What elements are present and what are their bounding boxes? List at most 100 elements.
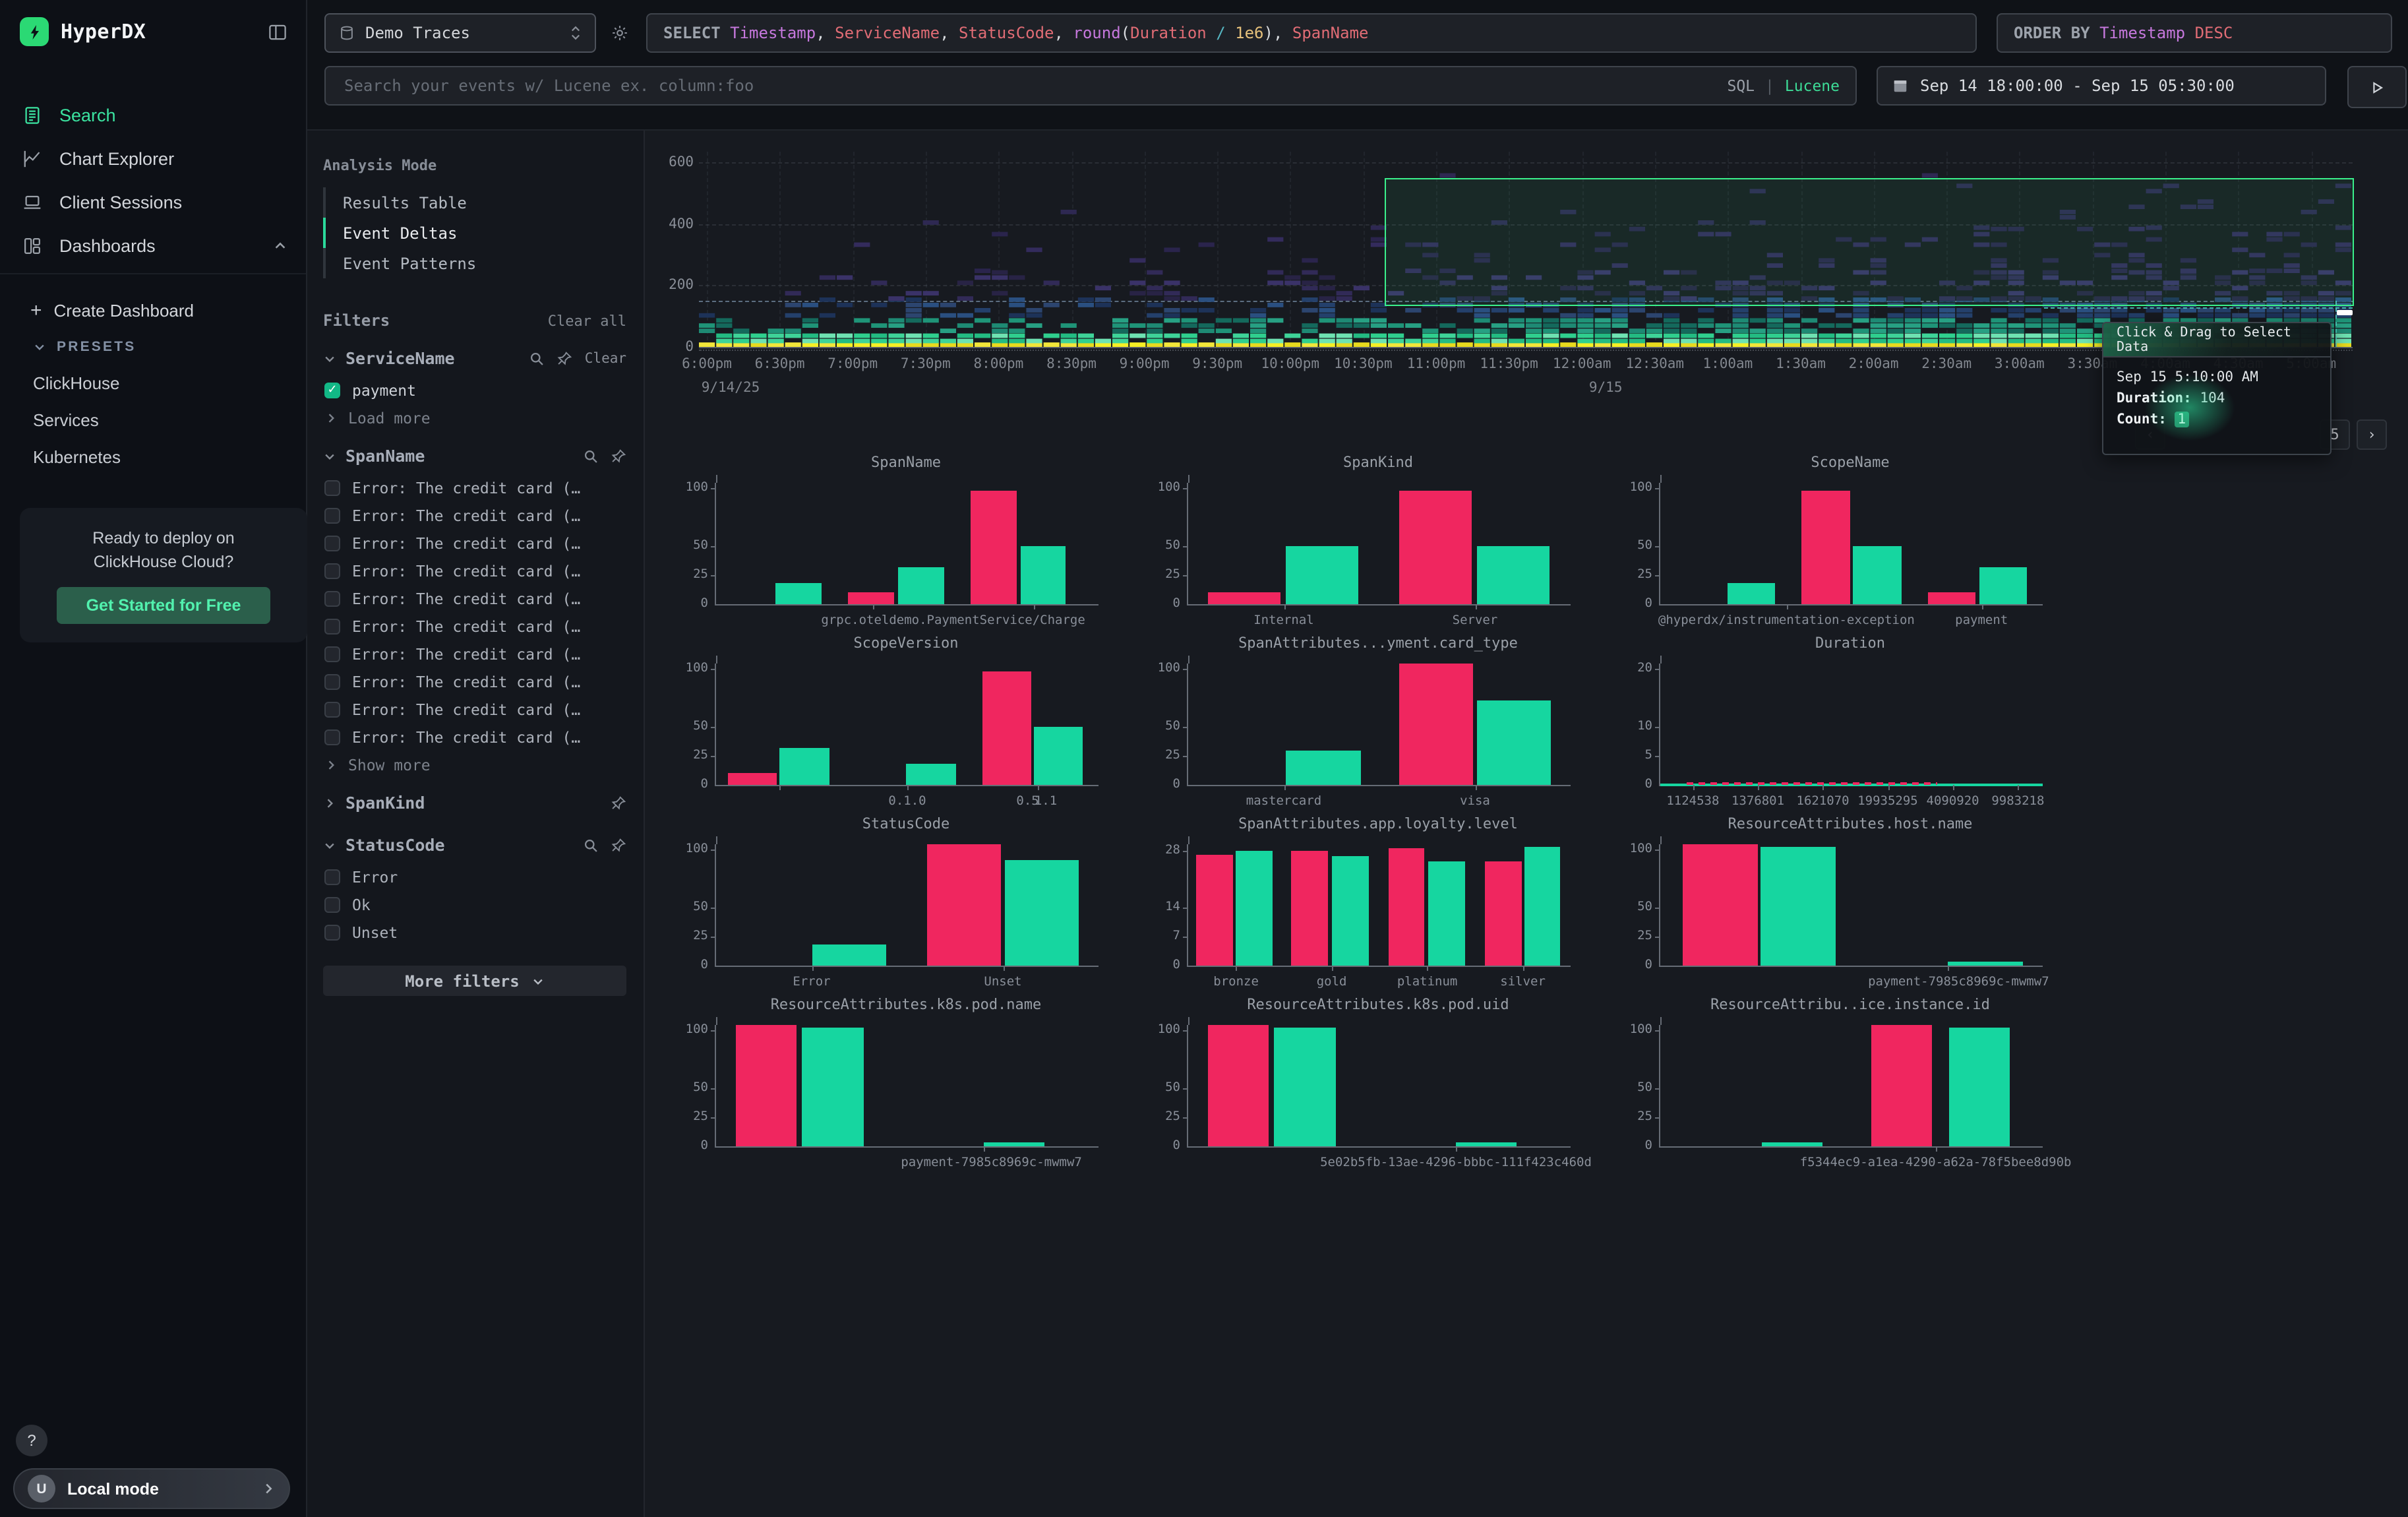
checkbox-unchecked[interactable] <box>324 646 340 662</box>
filter-option[interactable]: Ok <box>324 890 644 918</box>
filter-option[interactable]: Error: The credit card (… <box>324 584 644 612</box>
bar-red[interactable] <box>1485 861 1522 966</box>
pin-icon[interactable] <box>611 837 626 853</box>
bar-green[interactable] <box>1236 850 1273 966</box>
heatmap-hovered-cell[interactable] <box>2337 310 2353 315</box>
checkbox-unchecked[interactable] <box>324 563 340 578</box>
bar-red[interactable] <box>1399 491 1471 604</box>
chevron-right-icon[interactable] <box>323 796 336 809</box>
create-dashboard-button[interactable]: + Create Dashboard <box>0 290 306 330</box>
bar-red[interactable] <box>1399 664 1473 785</box>
preset-item-clickhouse[interactable]: ClickHouse <box>0 364 306 401</box>
bar-red[interactable] <box>971 491 1017 604</box>
local-mode-button[interactable]: U Local mode <box>13 1468 290 1509</box>
bar-green[interactable] <box>1428 861 1465 966</box>
filter-option[interactable]: Error: The credit card (… <box>324 474 644 501</box>
bar-green[interactable] <box>1979 567 2028 604</box>
bar-green[interactable] <box>1949 1028 2010 1146</box>
search-icon[interactable] <box>583 448 599 464</box>
sql-mode-toggle[interactable]: SQL <box>1727 77 1755 95</box>
bar-green[interactable] <box>1033 727 1083 785</box>
filter-option[interactable]: ✓payment <box>324 376 644 404</box>
checkbox-unchecked[interactable] <box>324 507 340 523</box>
search-input[interactable] <box>342 75 1727 96</box>
bar-red[interactable] <box>1683 844 1758 966</box>
nav-item-chart-explorer[interactable]: Chart Explorer <box>0 137 306 181</box>
bar-green[interactable] <box>906 764 955 785</box>
more-filters-button[interactable]: More filters <box>323 966 626 996</box>
bar-red[interactable] <box>1292 850 1329 966</box>
bar-green[interactable] <box>1477 701 1551 785</box>
bar-red[interactable] <box>848 592 894 604</box>
order-by-input[interactable]: ORDER BY Timestamp DESC <box>1997 13 2392 53</box>
bar-green[interactable] <box>1275 1028 1336 1146</box>
date-range-picker[interactable]: Sep 14 18:00:00 - Sep 15 05:30:00 <box>1877 66 2326 106</box>
bar-green[interactable] <box>1286 750 1360 785</box>
pin-icon[interactable] <box>611 448 626 464</box>
bar-red[interactable] <box>727 773 777 785</box>
bar-green[interactable] <box>1853 546 1902 604</box>
bar-green[interactable] <box>1477 546 1550 604</box>
checkbox-unchecked[interactable] <box>324 673 340 689</box>
bar-red[interactable] <box>1928 592 1976 604</box>
search-icon[interactable] <box>529 350 545 366</box>
bar-red[interactable] <box>735 1025 797 1146</box>
bar-green[interactable] <box>775 583 822 604</box>
bar-green[interactable] <box>779 747 829 785</box>
bar-red[interactable] <box>1388 848 1425 966</box>
filter-option[interactable]: Error: The credit card (… <box>324 501 644 529</box>
bar-green[interactable] <box>802 1028 864 1146</box>
filter-option[interactable]: Unset <box>324 918 644 946</box>
chevron-down-icon[interactable] <box>323 449 336 462</box>
filter-clear-button[interactable]: Clear <box>585 350 626 366</box>
next-page-button[interactable]: › <box>2357 419 2387 450</box>
get-started-button[interactable]: Get Started for Free <box>57 587 270 624</box>
bar-green[interactable] <box>1286 546 1358 604</box>
select-query-input[interactable]: SELECT Timestamp, ServiceName, StatusCod… <box>646 13 1977 53</box>
checkbox-unchecked[interactable] <box>324 701 340 717</box>
bar-green[interactable] <box>1728 583 1776 604</box>
bar-red[interactable] <box>982 671 1031 785</box>
checkbox-unchecked[interactable] <box>324 590 340 606</box>
filter-option[interactable]: Error: The credit card (… <box>324 557 644 584</box>
chevron-down-icon[interactable] <box>323 838 336 851</box>
bar-green[interactable] <box>1524 846 1561 966</box>
help-button[interactable]: ? <box>16 1425 47 1456</box>
preset-item-kubernetes[interactable]: Kubernetes <box>0 438 306 475</box>
bar-green[interactable] <box>984 1143 1045 1146</box>
search-icon[interactable] <box>583 837 599 853</box>
checkbox-unchecked[interactable] <box>324 535 340 551</box>
filter-option[interactable]: Error: The credit card (… <box>324 695 644 723</box>
filter-option[interactable]: Error <box>324 863 644 890</box>
checkbox-unchecked[interactable] <box>324 896 340 912</box>
checkbox-unchecked[interactable] <box>324 618 340 634</box>
source-select[interactable]: Demo Traces <box>324 13 596 53</box>
clear-all-button[interactable]: Clear all <box>548 312 626 329</box>
checkbox-checked[interactable]: ✓ <box>324 382 340 398</box>
bar-red[interactable] <box>1207 592 1280 604</box>
filter-option[interactable]: Error: The credit card (… <box>324 612 644 640</box>
bar-green[interactable] <box>1332 857 1369 966</box>
filter-option[interactable]: Error: The credit card (… <box>324 640 644 667</box>
load-more-button[interactable]: Load more <box>324 404 644 431</box>
show-more-button[interactable]: Show more <box>324 751 644 778</box>
bar-green[interactable] <box>1761 847 1836 966</box>
pin-icon[interactable] <box>611 795 626 811</box>
bar-red[interactable] <box>1871 1025 1932 1146</box>
preset-item-services[interactable]: Services <box>0 401 306 438</box>
filter-option[interactable]: Error: The credit card (… <box>324 723 644 751</box>
pin-icon[interactable] <box>557 350 573 366</box>
nav-item-dashboards[interactable]: Dashboards <box>0 224 306 268</box>
checkbox-unchecked[interactable] <box>324 869 340 884</box>
filter-option[interactable]: Error: The credit card (… <box>324 529 644 557</box>
bar-green[interactable] <box>1762 1143 1823 1146</box>
run-query-button[interactable] <box>2347 66 2407 108</box>
gear-icon[interactable] <box>611 24 629 42</box>
bar-green[interactable] <box>1020 546 1066 604</box>
chevron-down-icon[interactable] <box>323 352 336 365</box>
analysis-mode-results-table[interactable]: Results Table <box>323 187 644 218</box>
checkbox-unchecked[interactable] <box>324 729 340 745</box>
nav-item-client-sessions[interactable]: Client Sessions <box>0 181 306 224</box>
bar-green[interactable] <box>1947 962 2022 966</box>
heatmap-selection-box[interactable] <box>1385 178 2354 306</box>
